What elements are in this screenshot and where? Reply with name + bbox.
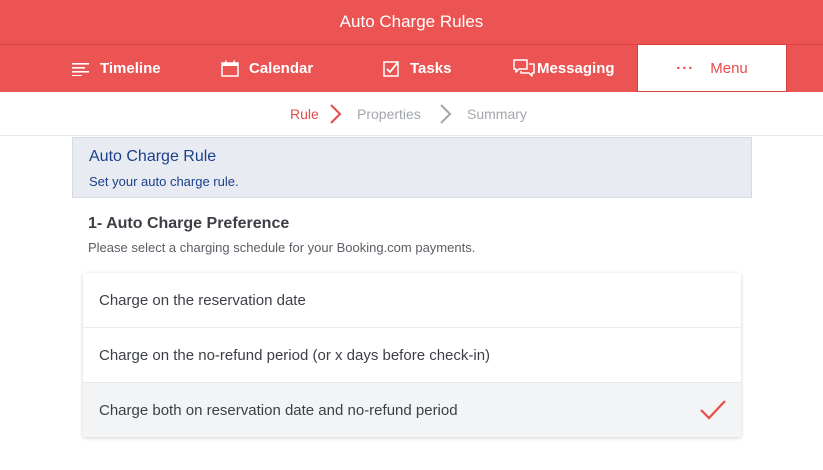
section-description: Please select a charging schedule for yo…: [88, 240, 476, 255]
nav-menu-label: Menu: [710, 59, 748, 77]
option-both[interactable]: Charge both on reservation date and no-r…: [83, 383, 741, 437]
tasks-icon: [383, 61, 399, 77]
main-navigation: Timeline Calendar Tasks Messaging ··· Me…: [0, 44, 823, 92]
panel-title: Auto Charge Rule: [89, 148, 217, 165]
step-rule-label: Rule: [290, 106, 319, 122]
page-title: Auto Charge Rules: [339, 12, 484, 31]
checkmark-icon: [700, 400, 726, 420]
step-properties-label: Properties: [357, 106, 421, 122]
option-no-refund-period[interactable]: Charge on the no-refund period (or x day…: [83, 328, 741, 383]
nav-menu[interactable]: ··· Menu: [637, 45, 787, 92]
nav-tasks-label: Tasks: [410, 60, 452, 77]
option-reservation-date[interactable]: Charge on the reservation date: [83, 273, 741, 328]
option-label: Charge both on reservation date and no-r…: [99, 401, 458, 419]
option-label: Charge on the no-refund period (or x day…: [99, 346, 491, 364]
step-summary[interactable]: Summary: [467, 92, 527, 136]
chevron-right-icon: [330, 104, 342, 124]
charge-options-list: Charge on the reservation date Charge on…: [83, 273, 741, 437]
nav-calendar[interactable]: Calendar: [221, 45, 313, 92]
panel-subtitle: Set your auto charge rule.: [89, 174, 239, 189]
nav-calendar-label: Calendar: [249, 60, 314, 77]
step-properties[interactable]: Properties: [357, 92, 421, 136]
wizard-steps: Rule Properties Summary: [0, 92, 823, 136]
nav-timeline-label: Timeline: [100, 60, 161, 77]
calendar-icon: [221, 60, 239, 77]
app-title-bar: Auto Charge Rules: [0, 0, 823, 44]
nav-messaging[interactable]: Messaging: [513, 45, 615, 92]
option-label: Charge on the reservation date: [99, 291, 306, 309]
section-title: 1- Auto Charge Preference: [88, 215, 290, 232]
step-rule[interactable]: Rule: [290, 92, 319, 136]
timeline-icon: [72, 62, 89, 76]
messaging-icon: [513, 59, 535, 77]
rule-info-panel: Auto Charge Rule Set your auto charge ru…: [72, 137, 752, 198]
nav-tasks[interactable]: Tasks: [383, 45, 451, 92]
nav-messaging-label: Messaging: [537, 60, 615, 77]
step-summary-label: Summary: [467, 106, 527, 122]
chevron-right-icon: [440, 104, 452, 124]
more-dots-icon: ···: [676, 59, 695, 77]
nav-timeline[interactable]: Timeline: [72, 45, 161, 92]
